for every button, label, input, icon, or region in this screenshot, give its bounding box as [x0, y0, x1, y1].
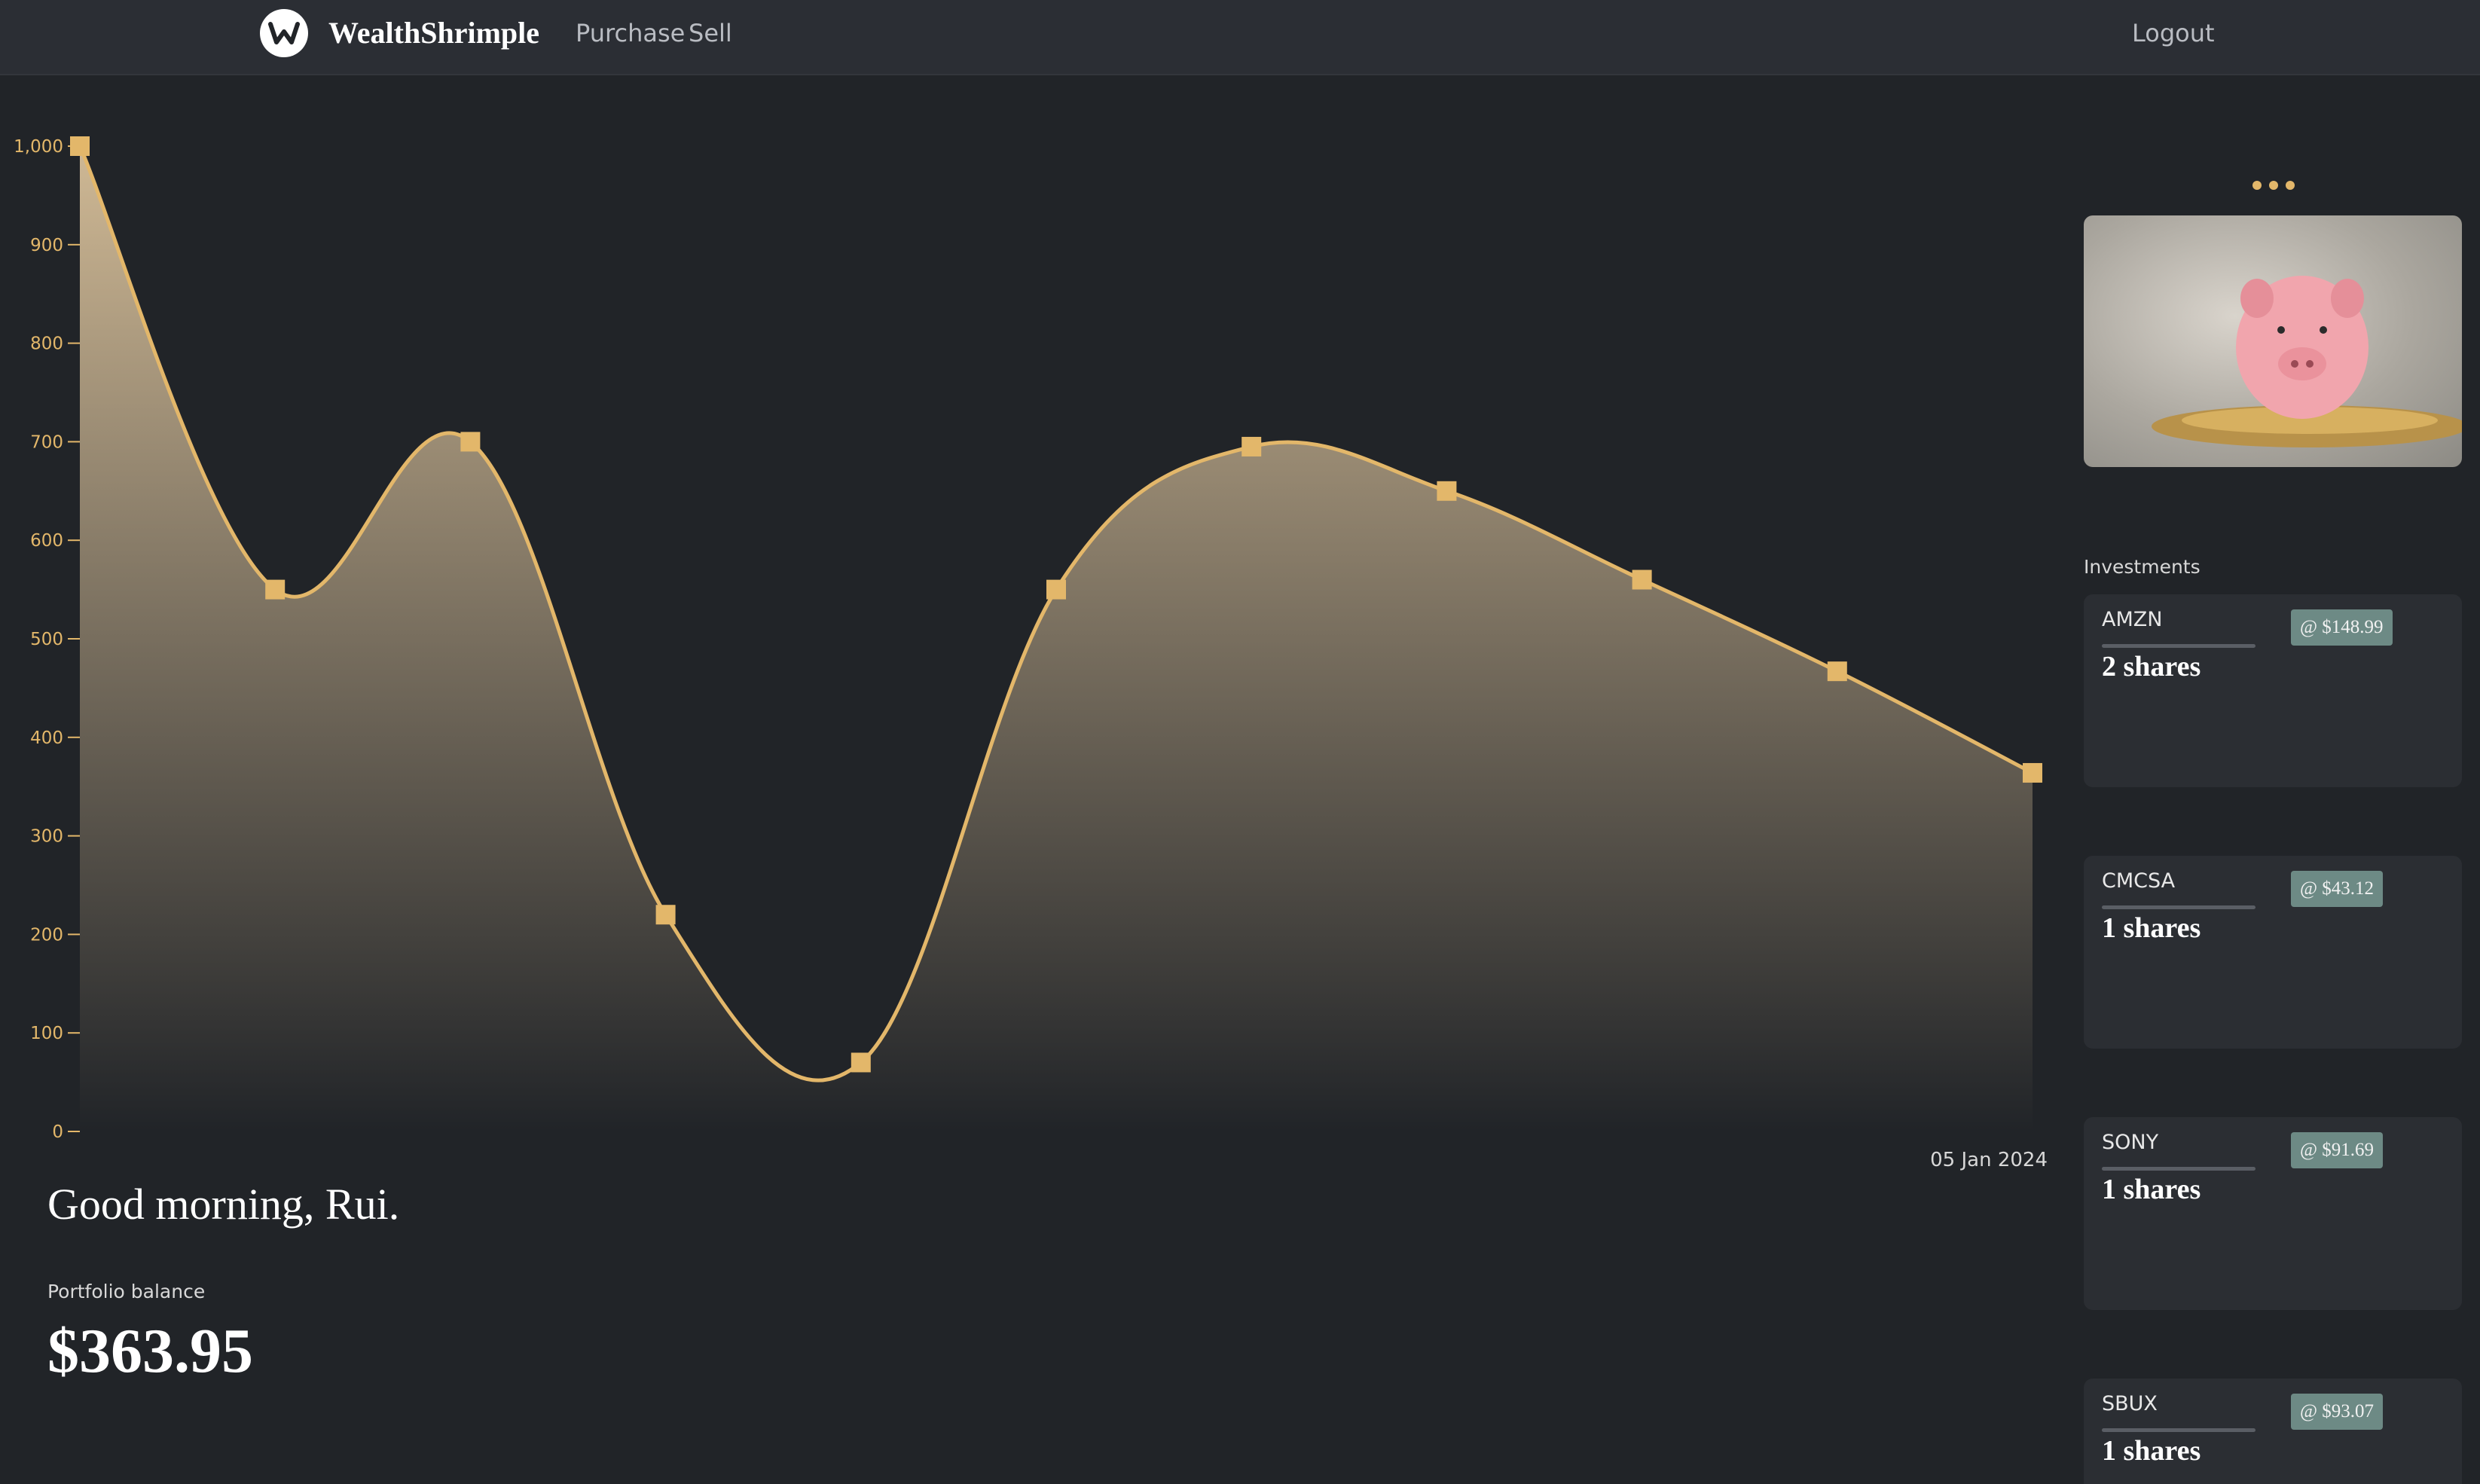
data-point-marker[interactable]	[655, 905, 676, 925]
y-tick-label: 1,000	[14, 137, 63, 157]
data-point-marker[interactable]	[70, 136, 90, 156]
portfolio-balance-value: $363.95	[47, 1316, 253, 1386]
price-badge: @ $93.07	[2291, 1394, 2384, 1430]
y-tick-label: 900	[30, 236, 63, 255]
y-tick-label: 700	[30, 432, 63, 452]
divider	[2102, 905, 2256, 909]
nav-sell-link[interactable]: Sell	[689, 11, 732, 56]
data-point-marker[interactable]	[1046, 579, 1066, 600]
ticker-symbol: CMCSA	[2102, 869, 2176, 893]
portfolio-balance-label: Portfolio balance	[47, 1281, 206, 1302]
share-count: 1 shares	[2102, 1435, 2201, 1467]
piggy-bank-image	[2084, 215, 2462, 467]
y-tick-label: 200	[30, 925, 63, 945]
data-point-marker[interactable]	[851, 1052, 871, 1073]
top-navbar: WealthShrimple Purchase Sell Logout	[0, 0, 2480, 75]
ellipsis-icon[interactable]	[2252, 178, 2295, 194]
logo-icon[interactable]	[260, 9, 308, 57]
y-tick-label: 600	[30, 531, 63, 551]
price-badge: @ $91.69	[2291, 1132, 2384, 1168]
investments-label: Investments	[2084, 556, 2201, 578]
y-tick-label: 800	[30, 334, 63, 354]
portfolio-chart: 0 100 200 300 400 500 600 700 800 900 1,000 05 Jan…	[14, 136, 2048, 1171]
investment-card[interactable]: AMZN 2 shares @ $148.99	[2084, 594, 2462, 787]
investment-card[interactable]: CMCSA 1 shares @ $43.12	[2084, 856, 2462, 1049]
data-point-marker[interactable]	[1437, 481, 1457, 501]
investment-card[interactable]: SONY 1 shares @ $91.69	[2084, 1117, 2462, 1310]
nav-purchase-link[interactable]: Purchase	[576, 11, 685, 56]
ticker-symbol: AMZN	[2102, 608, 2163, 631]
y-tick-label: 0	[52, 1122, 63, 1142]
investment-card[interactable]: SBUX 1 shares @ $93.07	[2084, 1379, 2462, 1484]
y-axis: 0 100 200 300 400 500 600 700 800 900 1,000	[14, 137, 80, 1142]
divider	[2102, 1428, 2256, 1432]
ticker-symbol: SBUX	[2102, 1392, 2158, 1415]
divider	[2102, 644, 2256, 648]
x-axis-end-label: 05 Jan 2024	[1930, 1149, 2048, 1171]
logout-link[interactable]: Logout	[2132, 11, 2215, 56]
divider	[2102, 1167, 2256, 1171]
data-point-marker[interactable]	[1632, 569, 1652, 590]
data-point-marker[interactable]	[2023, 762, 2042, 783]
brand-name[interactable]: WealthShrimple	[328, 11, 539, 56]
data-point-marker[interactable]	[265, 579, 286, 600]
share-count: 1 shares	[2102, 1174, 2201, 1205]
ticker-symbol: SONY	[2102, 1131, 2159, 1154]
data-point-marker[interactable]	[1242, 436, 1262, 456]
price-badge: @ $148.99	[2291, 609, 2393, 646]
share-count: 2 shares	[2102, 651, 2201, 682]
greeting-text: Good morning, Rui.	[47, 1180, 400, 1229]
y-tick-label: 400	[30, 728, 63, 748]
y-tick-label: 300	[30, 827, 63, 847]
data-point-marker[interactable]	[1827, 661, 1847, 682]
share-count: 1 shares	[2102, 912, 2201, 944]
price-badge: @ $43.12	[2291, 871, 2384, 907]
data-point-marker[interactable]	[460, 432, 481, 452]
y-tick-label: 100	[30, 1024, 63, 1043]
y-tick-label: 500	[30, 630, 63, 649]
chart-area-fill	[80, 146, 2033, 1131]
